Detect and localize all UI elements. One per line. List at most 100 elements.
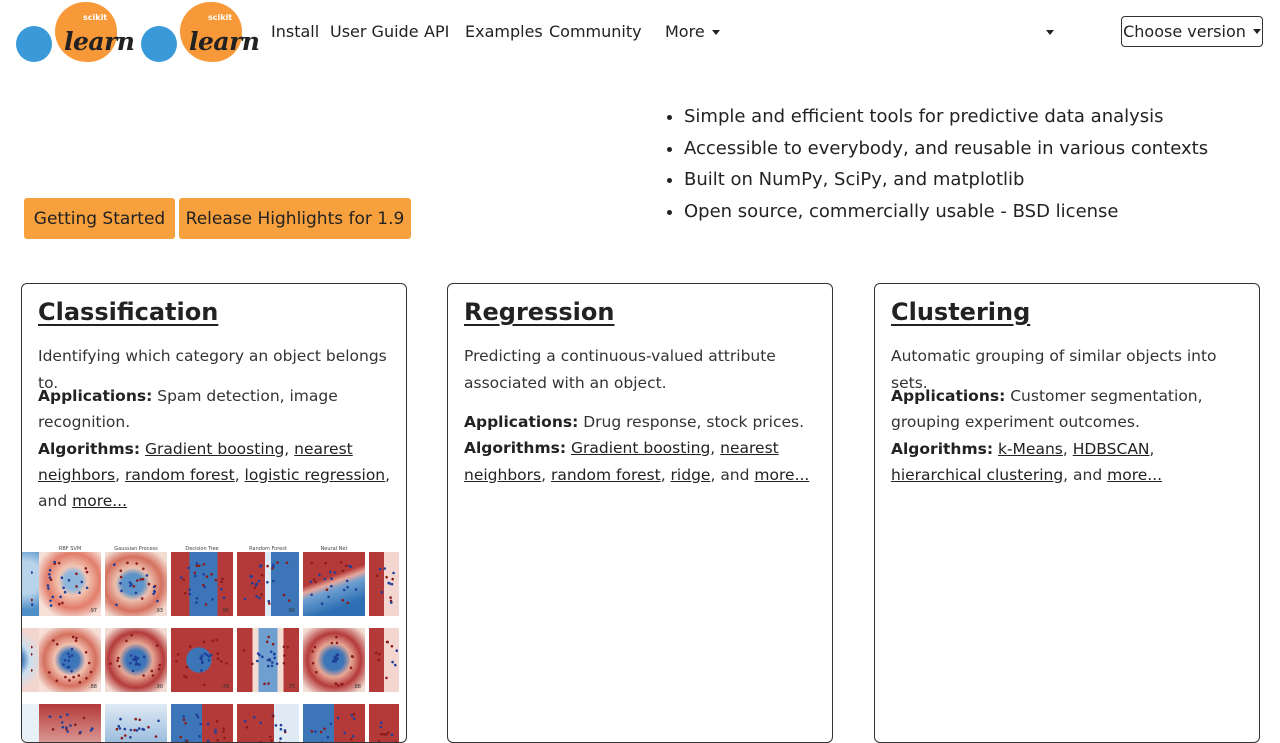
scatter-point [273, 657, 276, 660]
scatter-point [378, 659, 381, 662]
scatter-point [268, 600, 271, 603]
scatter-point [390, 601, 393, 604]
regression-title-link[interactable]: Regression [464, 298, 614, 326]
score-label: .93 [155, 608, 163, 614]
algorithm-link[interactable]: Gradient boosting [571, 439, 710, 457]
scatter-point [138, 663, 141, 666]
scatter-point [222, 730, 225, 733]
nav-link-community[interactable]: Community [549, 22, 642, 41]
scatter-point [330, 723, 333, 726]
scatter-point [223, 597, 226, 600]
scatter-point [214, 729, 217, 732]
scatter-point [321, 602, 324, 605]
algorithm-link[interactable]: hierarchical clustering [891, 466, 1063, 484]
score-label: .90 [155, 684, 163, 690]
scatter-point [137, 657, 140, 660]
scatter-point [283, 662, 286, 665]
scatter-point [139, 578, 142, 581]
scatter-point [310, 594, 313, 597]
release-highlights-button[interactable]: Release Highlights for 1.9 [179, 198, 411, 239]
more-link[interactable]: more... [72, 492, 127, 510]
nav-more-dropdown[interactable]: More [665, 22, 720, 41]
scatter-point [158, 668, 161, 671]
more-link[interactable]: more... [754, 466, 809, 484]
scatter-point [83, 717, 86, 720]
scatter-point [391, 734, 394, 737]
scatter-point [68, 655, 71, 658]
scatter-point [203, 641, 206, 644]
scatter-point [283, 646, 286, 649]
scatter-point [121, 737, 124, 740]
algorithm-link[interactable]: k-Means [998, 440, 1063, 458]
scatter-point [350, 667, 353, 670]
scatter-point [326, 588, 329, 591]
scatter-point [243, 649, 246, 652]
nav-link-user-guide[interactable]: User Guide [330, 22, 419, 41]
classifier-comparison-image[interactable]: RBF SVM Gaussian Process Decision Tree R… [31, 552, 398, 743]
getting-started-button[interactable]: Getting Started [24, 198, 175, 239]
scatter-point [124, 734, 127, 737]
scatter-point [129, 662, 132, 665]
algorithm-link[interactable]: random forest [125, 466, 235, 484]
algorithm-link[interactable]: Gradient boosting [145, 440, 284, 458]
algorithm-link[interactable]: ridge [671, 466, 711, 484]
algorithm-link[interactable]: random forest [551, 466, 661, 484]
scatter-point [85, 677, 88, 680]
scatter-point [31, 599, 33, 602]
clustering-title-link[interactable]: Clustering [891, 298, 1030, 326]
scatter-point [120, 590, 123, 593]
scatter-point [52, 639, 55, 642]
scatter-point [125, 640, 128, 643]
score-label: .97 [89, 608, 97, 614]
scatter-point [383, 733, 386, 736]
scikit-learn-logo[interactable]: scikit learn [15, 0, 131, 64]
theme-dropdown-chevron-icon[interactable] [1046, 30, 1054, 35]
card-description: Predicting a continuous-valued attribute… [464, 343, 820, 397]
feature-list: Simple and efficient tools for predictiv… [662, 104, 1208, 231]
scatter-point [201, 661, 204, 664]
classification-title-link[interactable]: Classification [38, 298, 218, 326]
nav-link-api[interactable]: API [424, 22, 449, 41]
algorithms-label: Algorithms: [38, 440, 140, 458]
algorithm-link[interactable]: HDBSCAN [1073, 440, 1150, 458]
scatter-point [188, 588, 191, 591]
scatter-point [269, 736, 272, 739]
scatter-point [132, 658, 135, 661]
scatter-point [61, 576, 64, 579]
version-switcher-button[interactable]: Choose version [1121, 16, 1263, 47]
scatter-point [159, 664, 162, 667]
scatter-point [183, 579, 186, 582]
scatter-point [120, 576, 123, 579]
scatter-point [78, 591, 81, 594]
scatter-point [334, 571, 337, 574]
scatter-point [68, 679, 71, 682]
more-link[interactable]: more... [1107, 466, 1162, 484]
scatter-point [315, 671, 318, 674]
scatter-point [146, 574, 149, 577]
scatter-point [324, 562, 327, 565]
scikit-learn-logo-secondary[interactable]: scikit learn [140, 0, 256, 64]
algorithm-link[interactable]: logistic regression [245, 466, 386, 484]
scatter-point [91, 727, 94, 730]
nav-link-examples[interactable]: Examples [465, 22, 543, 41]
scatter-point [256, 660, 259, 663]
scatter-point [81, 581, 84, 584]
scatter-point [385, 576, 388, 579]
scatter-point [342, 599, 345, 602]
nav-link-install[interactable]: Install [271, 22, 319, 41]
scatter-point [348, 565, 351, 568]
scatter-point [318, 574, 321, 577]
score-label: .95 [221, 608, 229, 614]
applications-label: Applications: [38, 387, 152, 405]
scatter-point [268, 602, 271, 605]
scatter-point [196, 597, 199, 600]
scatter-point [119, 582, 122, 585]
scatter-point [286, 562, 289, 565]
scatter-point [312, 662, 315, 665]
scatter-point [86, 587, 89, 590]
scatter-point [283, 594, 286, 597]
scatter-point [287, 646, 290, 649]
scatter-point [64, 676, 67, 679]
scatter-point [48, 671, 51, 674]
scatter-point [329, 571, 332, 574]
